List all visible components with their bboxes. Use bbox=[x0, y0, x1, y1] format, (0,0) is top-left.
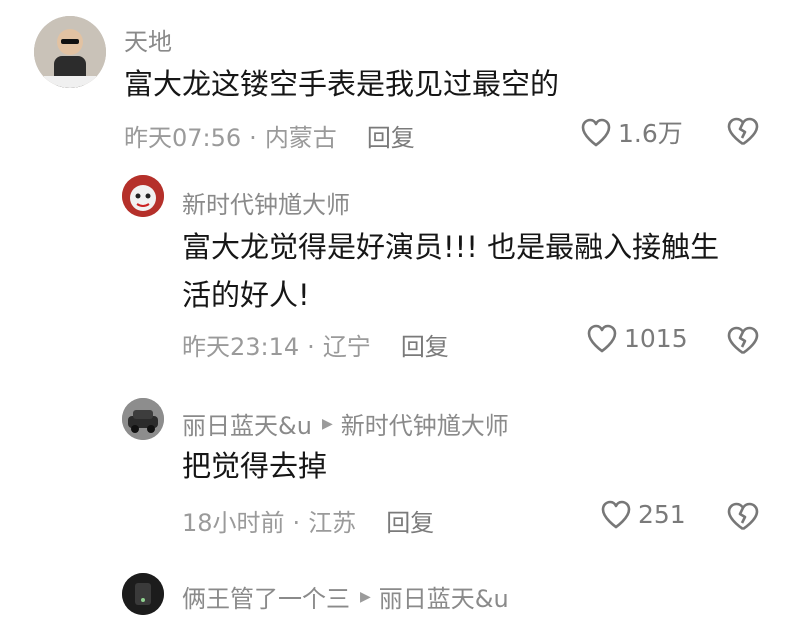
comment-meta: 昨天23:14 · 辽宁 回复 bbox=[182, 327, 449, 362]
comment-time: 昨天23:14 bbox=[182, 333, 300, 361]
avatar-liawang[interactable] bbox=[122, 573, 164, 615]
comment-time: 昨天07:56 bbox=[124, 124, 242, 152]
dislike-button[interactable] bbox=[726, 116, 760, 150]
comment-3: 丽日蓝天&u ▶ 新时代钟馗大师 把觉得去掉 18小时前 · 江苏 回复 251 bbox=[0, 390, 800, 550]
avatar-liri[interactable] bbox=[122, 398, 164, 440]
reply-arrow-icon: ▶ bbox=[360, 588, 371, 605]
reply-header: 丽日蓝天&u ▶ 新时代钟馗大师 bbox=[182, 406, 509, 441]
heart-icon bbox=[601, 500, 631, 529]
reply-to-username[interactable]: 新时代钟馗大师 bbox=[341, 406, 509, 441]
comment-text: 富大龙这镂空手表是我见过最空的 bbox=[124, 67, 560, 101]
comment-meta: 昨天07:56 · 内蒙古 回复 bbox=[124, 118, 415, 153]
heart-icon bbox=[581, 118, 611, 147]
person-sunglasses-avatar-icon bbox=[34, 16, 106, 88]
comment-text-line-1: 富大龙觉得是好演员!!! 也是最融入接触生 bbox=[182, 230, 720, 264]
reply-button[interactable]: 回复 bbox=[367, 124, 415, 152]
reply-arrow-icon: ▶ bbox=[321, 415, 333, 432]
separator-dot: · bbox=[249, 124, 257, 152]
car-avatar-icon bbox=[122, 398, 164, 440]
comment-meta: 18小时前 · 江苏 回复 bbox=[182, 503, 434, 538]
dislike-button[interactable] bbox=[726, 501, 760, 535]
heart-icon bbox=[587, 324, 617, 353]
comment-text-line-2: 活的好人! bbox=[182, 278, 310, 312]
avatar-tiandi[interactable] bbox=[34, 16, 106, 88]
reply-button[interactable]: 回复 bbox=[401, 333, 449, 361]
dark-device-avatar-icon bbox=[122, 573, 164, 615]
like-count: 251 bbox=[638, 499, 686, 529]
separator-dot: · bbox=[307, 333, 315, 361]
broken-heart-icon bbox=[727, 117, 759, 146]
broken-heart-icon bbox=[727, 326, 759, 355]
comment-2: 新时代钟馗大师 富大龙觉得是好演员!!! 也是最融入接触生 活的好人! 昨天23… bbox=[0, 165, 800, 375]
like-button[interactable]: 251 bbox=[600, 499, 686, 529]
reply-header: 俩王管了一个三 ▶ 丽日蓝天&u bbox=[182, 579, 509, 614]
username[interactable]: 新时代钟馗大师 bbox=[182, 185, 350, 220]
like-button[interactable]: 1015 bbox=[586, 323, 688, 353]
like-count: 1.6万 bbox=[618, 119, 683, 148]
username[interactable]: 俩王管了一个三 bbox=[182, 579, 350, 614]
dislike-button[interactable] bbox=[726, 325, 760, 359]
username[interactable]: 丽日蓝天&u bbox=[182, 406, 312, 441]
comment-4: 俩王管了一个三 ▶ 丽日蓝天&u bbox=[0, 565, 800, 631]
reply-to-username[interactable]: 丽日蓝天&u bbox=[379, 579, 509, 614]
comment-location: 辽宁 bbox=[322, 333, 371, 361]
comment-1: 天地 富大龙这镂空手表是我见过最空的 昨天07:56 · 内蒙古 回复 1.6万 bbox=[0, 0, 800, 160]
broken-heart-icon bbox=[727, 502, 759, 531]
comment-location: 内蒙古 bbox=[264, 124, 337, 152]
comment-text: 把觉得去掉 bbox=[182, 449, 328, 483]
red-mask-avatar-icon bbox=[122, 175, 164, 217]
reply-button[interactable]: 回复 bbox=[386, 509, 434, 537]
username[interactable]: 天地 bbox=[124, 22, 172, 57]
comment-time: 18小时前 bbox=[182, 509, 285, 537]
like-count: 1015 bbox=[624, 323, 688, 353]
separator-dot: · bbox=[292, 509, 301, 537]
like-button[interactable]: 1.6万 bbox=[580, 114, 683, 150]
avatar-xinshidai[interactable] bbox=[122, 175, 164, 217]
comment-location: 江苏 bbox=[308, 509, 357, 537]
